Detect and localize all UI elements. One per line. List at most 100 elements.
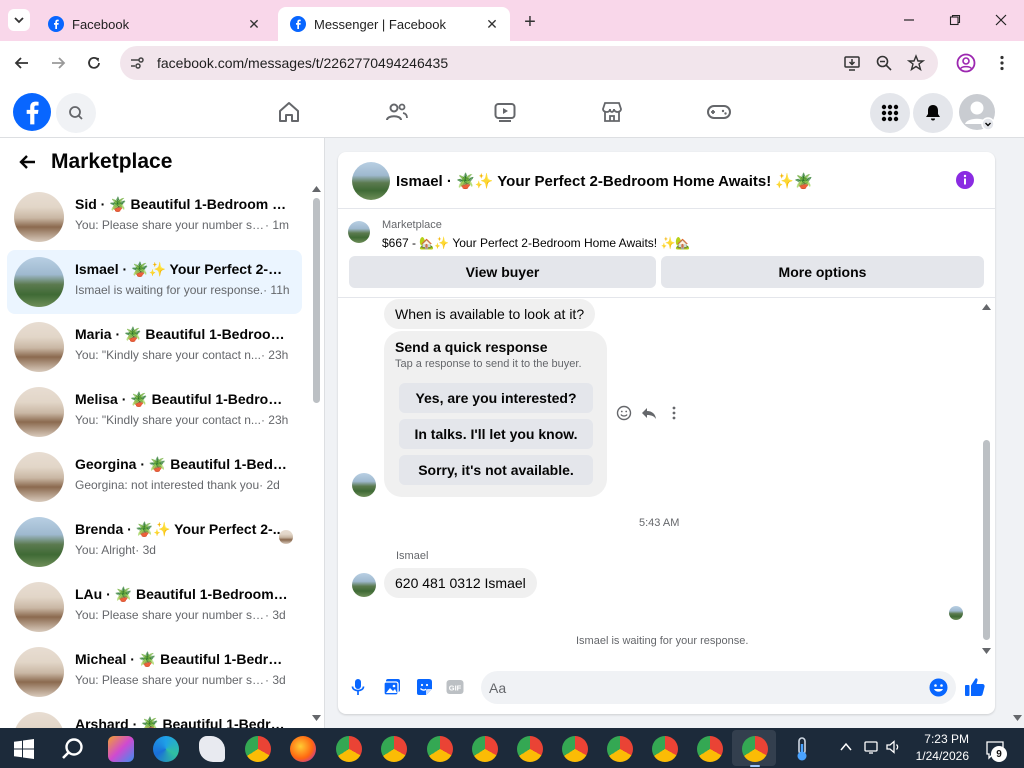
site-info-icon[interactable] [128, 54, 146, 72]
conversation-item[interactable]: Ismael · 🪴✨ Your Perfect 2-Be... Ismael i… [7, 250, 302, 314]
minimize-button[interactable] [894, 8, 924, 32]
sidebar-scroll-up[interactable] [312, 186, 321, 192]
chrome-profile-icon[interactable] [336, 736, 362, 762]
reload-button[interactable] [85, 54, 103, 72]
listing-title[interactable]: $667 - 🏡✨ Your Perfect 2-Bedroom Home Aw… [382, 236, 690, 250]
chrome-profile-icon[interactable] [697, 736, 723, 762]
caret-up-icon [982, 304, 991, 310]
chrome-profile-icon[interactable] [517, 736, 543, 762]
close-tab-icon[interactable]: ✕ [246, 16, 262, 32]
zoom-icon[interactable] [875, 54, 893, 72]
browser-menu-icon[interactable] [993, 54, 1011, 72]
tab-messenger[interactable]: Messenger | Facebook ✕ [278, 7, 510, 41]
chrome-profile-icon[interactable] [562, 736, 588, 762]
attach-photo-button[interactable] [383, 678, 401, 696]
close-tab-icon[interactable]: ✕ [484, 16, 500, 32]
conversation-info-button[interactable] [955, 170, 975, 190]
back-button[interactable] [18, 152, 38, 172]
chrome-profile-icon[interactable] [427, 736, 453, 762]
chat-header-avatar[interactable] [352, 162, 390, 200]
conversation-item[interactable]: LAu · 🪴 Beautiful 1-Bedroom H... You: Ple… [7, 575, 302, 639]
conversation-item[interactable]: Georgina · 🪴 Beautiful 1-Bedro... Georgin… [7, 445, 302, 509]
page-scroll-down[interactable] [1013, 715, 1022, 721]
edge-browser-icon[interactable] [153, 736, 179, 762]
send-like-button[interactable] [964, 676, 986, 698]
nav-home[interactable] [275, 98, 303, 126]
sidebar-scroll-down[interactable] [312, 715, 321, 721]
conversation-item[interactable]: Maria · 🪴 Beautiful 1-Bedroom ... You: "K… [7, 315, 302, 379]
message-composer[interactable] [481, 671, 956, 704]
start-button[interactable] [14, 739, 34, 759]
conversation-preview: You: Alright · 3d [75, 543, 295, 557]
back-button[interactable] [13, 54, 31, 72]
voice-clip-button[interactable] [350, 678, 366, 696]
quick-response-option[interactable]: Yes, are you interested? [399, 383, 593, 413]
chrome-active-icon[interactable] [742, 736, 768, 762]
volume-icon[interactable] [886, 740, 902, 754]
sidebar-scrollbar[interactable] [313, 198, 320, 403]
paint-icon[interactable] [199, 736, 225, 762]
tab-facebook[interactable]: Facebook ✕ [36, 7, 272, 41]
chat-scroll-up[interactable] [982, 304, 991, 310]
video-icon [494, 103, 516, 122]
clock-time[interactable]: 7:23 PM [907, 732, 969, 746]
nav-video[interactable] [491, 98, 519, 126]
close-window-button[interactable] [986, 8, 1016, 32]
account-avatar[interactable] [958, 93, 996, 131]
taskbar-search[interactable] [60, 736, 86, 762]
firefox-icon[interactable] [290, 736, 316, 762]
nav-friends[interactable] [383, 98, 411, 126]
chrome-profile-icon[interactable] [607, 736, 633, 762]
conversation-item[interactable]: Arshard · 🪴 Beautiful 1-Bedroo... [7, 705, 302, 728]
quick-response-option[interactable]: In talks. I'll let you know. [399, 419, 593, 449]
message-more-button[interactable] [666, 405, 682, 421]
chat-scrollbar[interactable] [983, 440, 990, 640]
tab-search-button[interactable] [8, 9, 30, 31]
profile-icon[interactable] [956, 53, 976, 73]
arrow-left-icon [14, 57, 28, 69]
forward-button[interactable] [49, 54, 67, 72]
install-app-icon[interactable] [843, 54, 861, 72]
message-bubble[interactable]: 620 481 0312 Ismael [384, 568, 537, 598]
network-icon[interactable] [864, 740, 878, 754]
bookmark-star-icon[interactable] [907, 54, 925, 72]
react-button[interactable] [616, 405, 632, 421]
menu-button[interactable] [870, 93, 910, 133]
sender-avatar[interactable] [352, 573, 376, 597]
chat-scroll-down[interactable] [982, 648, 991, 654]
view-buyer-button[interactable]: View buyer [349, 256, 656, 288]
chrome-profile-icon[interactable] [652, 736, 678, 762]
quick-response-subtitle: Tap a response to send it to the buyer. [395, 358, 582, 370]
sticker-button[interactable] [415, 678, 433, 696]
composer-placeholder[interactable]: Aa [489, 680, 506, 696]
conversation-item[interactable]: Melisa · 🪴 Beautiful 1-Bedroom... You: "K… [7, 380, 302, 444]
conversation-item[interactable]: Micheal · 🪴 Beautiful 1-Bedroo... You: Pl… [7, 640, 302, 704]
sender-avatar[interactable] [352, 473, 376, 497]
nav-marketplace[interactable] [598, 98, 626, 126]
more-options-button[interactable]: More options [661, 256, 984, 288]
reply-button[interactable] [641, 405, 657, 421]
url-text[interactable]: facebook.com/messages/t/2262770494246435 [157, 55, 448, 71]
conversation-item[interactable]: Brenda · 🪴✨ Your Perfect 2-... You: Alrig… [7, 510, 302, 574]
new-tab-button[interactable]: + [519, 11, 541, 33]
show-hidden-icons[interactable] [840, 742, 852, 752]
message-bubble[interactable]: When is available to look at it? [384, 299, 596, 329]
chat-header-title[interactable]: Ismael · 🪴✨ Your Perfect 2-Bedroom Home … [396, 172, 813, 190]
chrome-profile-icon[interactable] [381, 736, 407, 762]
listing-thumbnail[interactable] [348, 221, 370, 243]
conversation-item[interactable]: Sid · 🪴 Beautiful 1-Bedroom Ho... You: Pl… [7, 185, 302, 249]
search-button[interactable] [56, 93, 96, 133]
weather-widget[interactable] [792, 736, 812, 762]
clock-date[interactable]: 1/24/2026 [907, 749, 969, 763]
chrome-icon[interactable] [245, 736, 271, 762]
nav-gaming[interactable] [705, 98, 733, 126]
emoji-picker-button[interactable] [929, 678, 948, 697]
facebook-logo-icon[interactable] [13, 93, 51, 131]
restore-button[interactable] [940, 8, 970, 32]
conversation-preview: Ismael is waiting for your response. · 1… [75, 283, 295, 297]
gif-button[interactable]: GIF [446, 679, 464, 695]
quick-response-option[interactable]: Sorry, it's not available. [399, 455, 593, 485]
copilot-icon[interactable] [108, 736, 134, 762]
chrome-profile-icon[interactable] [472, 736, 498, 762]
notifications-button[interactable] [913, 93, 953, 133]
